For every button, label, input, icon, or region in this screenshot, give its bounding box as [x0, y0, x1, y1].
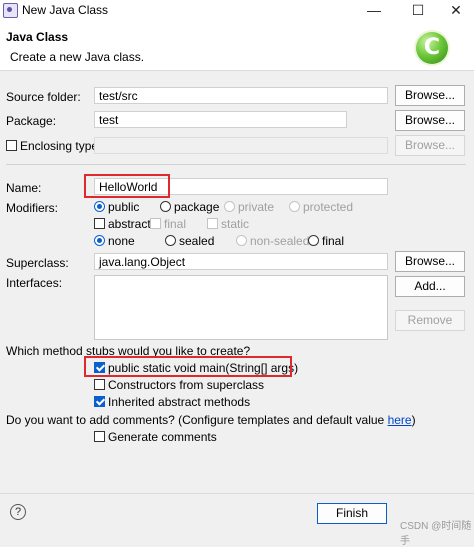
modifiers-label: Modifiers: [6, 201, 59, 215]
minimize-button[interactable]: — [354, 0, 394, 20]
inherited-methods-label: Inherited abstract methods [108, 395, 251, 409]
constructors-checkbox[interactable] [94, 379, 105, 390]
generate-comments-checkbox[interactable] [94, 431, 105, 442]
package-modifier-label: package [174, 200, 220, 214]
abstract-label: abstract [108, 217, 151, 231]
final-checkbox[interactable] [150, 218, 161, 229]
non-sealed-radio[interactable] [236, 235, 247, 246]
interfaces-list[interactable] [94, 275, 388, 340]
superclass-input[interactable]: java.lang.Object [94, 253, 388, 270]
comments-question: Do you want to add comments? (Configure … [6, 413, 416, 427]
wizard-title: Java Class [6, 30, 69, 44]
add-interface-button[interactable]: Add... [395, 276, 465, 297]
private-radio[interactable] [224, 201, 235, 212]
maximize-button[interactable]: ☐ [398, 0, 438, 20]
comments-question-text: Do you want to add comments? (Configure … [6, 413, 388, 427]
source-folder-browse-button[interactable]: Browse... [395, 85, 465, 106]
enclosing-type-browse-button[interactable]: Browse... [395, 135, 465, 156]
static-label: static [221, 217, 250, 231]
wizard-description: Create a new Java class. [10, 50, 145, 64]
java-class-logo-icon: C [416, 32, 448, 64]
name-highlight-box [84, 174, 170, 198]
sealed-label: sealed [179, 234, 215, 248]
window-title: New Java Class [22, 3, 109, 17]
sealed-radio[interactable] [165, 235, 176, 246]
constructors-label: Constructors from superclass [108, 378, 265, 392]
remove-interface-button[interactable]: Remove [395, 310, 465, 331]
name-label: Name: [6, 181, 42, 195]
none-label: none [108, 234, 135, 248]
source-folder-input[interactable]: test/src [94, 87, 388, 104]
inherited-methods-checkbox[interactable] [94, 396, 105, 407]
package-label: Package: [6, 114, 57, 128]
wizard-header: Java Class Create a new Java class. [0, 20, 474, 71]
public-label: public [108, 200, 140, 214]
final-sealed-label: final [322, 234, 345, 248]
comments-question-suffix: ) [411, 413, 416, 427]
source-folder-label: Source folder: [6, 90, 81, 104]
package-browse-button[interactable]: Browse... [395, 110, 465, 131]
public-radio[interactable] [94, 201, 105, 212]
enclosing-type-input[interactable] [94, 137, 388, 154]
protected-radio[interactable] [289, 201, 300, 212]
finish-button[interactable]: Finish [317, 503, 387, 524]
static-checkbox[interactable] [207, 218, 218, 229]
none-radio[interactable] [94, 235, 105, 246]
separator [6, 164, 466, 165]
abstract-checkbox[interactable] [94, 218, 105, 229]
protected-label: protected [303, 200, 354, 214]
final-label: final [164, 217, 187, 231]
enclosing-type-checkbox[interactable] [6, 140, 17, 151]
configure-templates-link[interactable]: here [388, 413, 412, 427]
main-method-highlight-box [84, 356, 292, 377]
close-button[interactable]: ✕ [436, 0, 474, 20]
superclass-browse-button[interactable]: Browse... [395, 251, 465, 272]
help-icon[interactable]: ? [10, 504, 26, 520]
enclosing-type-label: Enclosing type: [20, 139, 102, 153]
non-sealed-label: non-sealed [250, 234, 310, 248]
superclass-label: Superclass: [6, 256, 69, 270]
private-label: private [238, 200, 275, 214]
final-sealed-radio[interactable] [308, 235, 319, 246]
generate-comments-label: Generate comments [108, 430, 217, 444]
eclipse-app-icon [3, 3, 18, 18]
package-radio[interactable] [160, 201, 171, 212]
watermark: CSDN @时间随手 [400, 521, 472, 547]
interfaces-label: Interfaces: [6, 276, 63, 290]
package-input[interactable]: test [94, 111, 347, 128]
title-bar: New Java Class — ☐ ✕ [0, 0, 474, 20]
